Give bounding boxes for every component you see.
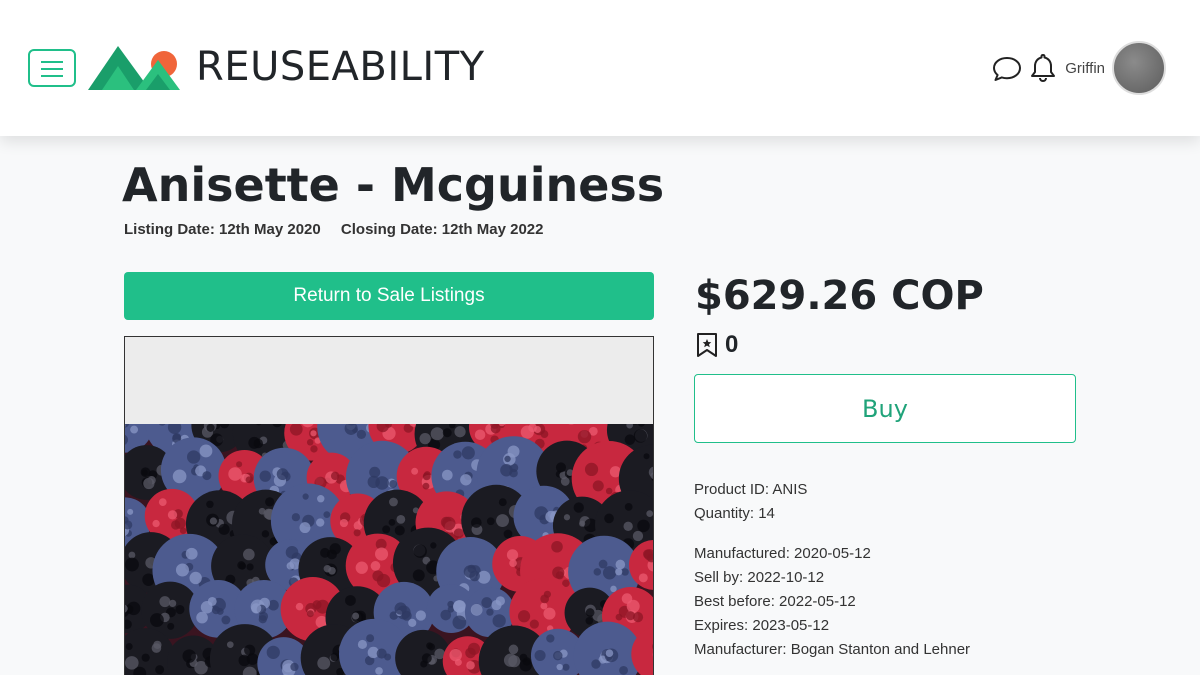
top-navbar: REUSEABILITY Griffin — [0, 0, 1200, 136]
manufacturer: Manufacturer: Bogan Stanton and Lehner — [694, 641, 971, 658]
sell-by-date: Sell by: 2022-10-12 — [694, 569, 825, 586]
bookmark-count: 0 — [725, 331, 739, 358]
messages-icon[interactable] — [991, 52, 1023, 84]
brand-logo[interactable] — [88, 44, 182, 92]
listing-title: Anisette - Mcguiness — [122, 158, 665, 212]
buy-button[interactable]: Buy — [694, 374, 1076, 443]
product-details: Product ID: ANIS Quantity: 14 Manufactur… — [694, 478, 970, 662]
notifications-icon[interactable] — [1027, 52, 1059, 84]
user-avatar[interactable] — [1112, 41, 1166, 95]
menu-icon — [41, 61, 63, 63]
best-before-date: Best before: 2022-05-12 — [694, 593, 856, 610]
quantity: Quantity: 14 — [694, 505, 775, 522]
bookmark-counter: 0 — [696, 331, 738, 359]
listing-date: Listing Date: 12th May 2020 — [124, 221, 321, 238]
details-spacer — [694, 526, 970, 542]
user-nav: Griffin — [991, 41, 1166, 95]
brand-name[interactable]: REUSEABILITY — [196, 40, 485, 94]
manufactured-date: Manufactured: 2020-05-12 — [694, 545, 871, 562]
listing-price: $629.26 COP — [695, 273, 984, 319]
expiry-date: Expires: 2023-05-12 — [694, 617, 830, 634]
closing-date: Closing Date: 12th May 2022 — [340, 221, 544, 238]
return-to-listings-button[interactable]: Return to Sale Listings — [124, 272, 654, 320]
bookmark-icon[interactable] — [696, 332, 718, 358]
product-image — [124, 336, 654, 675]
listing-dates: Listing Date: 12th May 2020 Closing Date… — [124, 221, 559, 238]
berries-image — [125, 424, 653, 675]
menu-icon-bar — [41, 68, 63, 70]
menu-toggle-button[interactable] — [28, 49, 76, 87]
menu-icon-bar — [41, 75, 63, 77]
product-id: Product ID: ANIS — [694, 481, 808, 498]
username-label[interactable]: Griffin — [1065, 60, 1105, 77]
